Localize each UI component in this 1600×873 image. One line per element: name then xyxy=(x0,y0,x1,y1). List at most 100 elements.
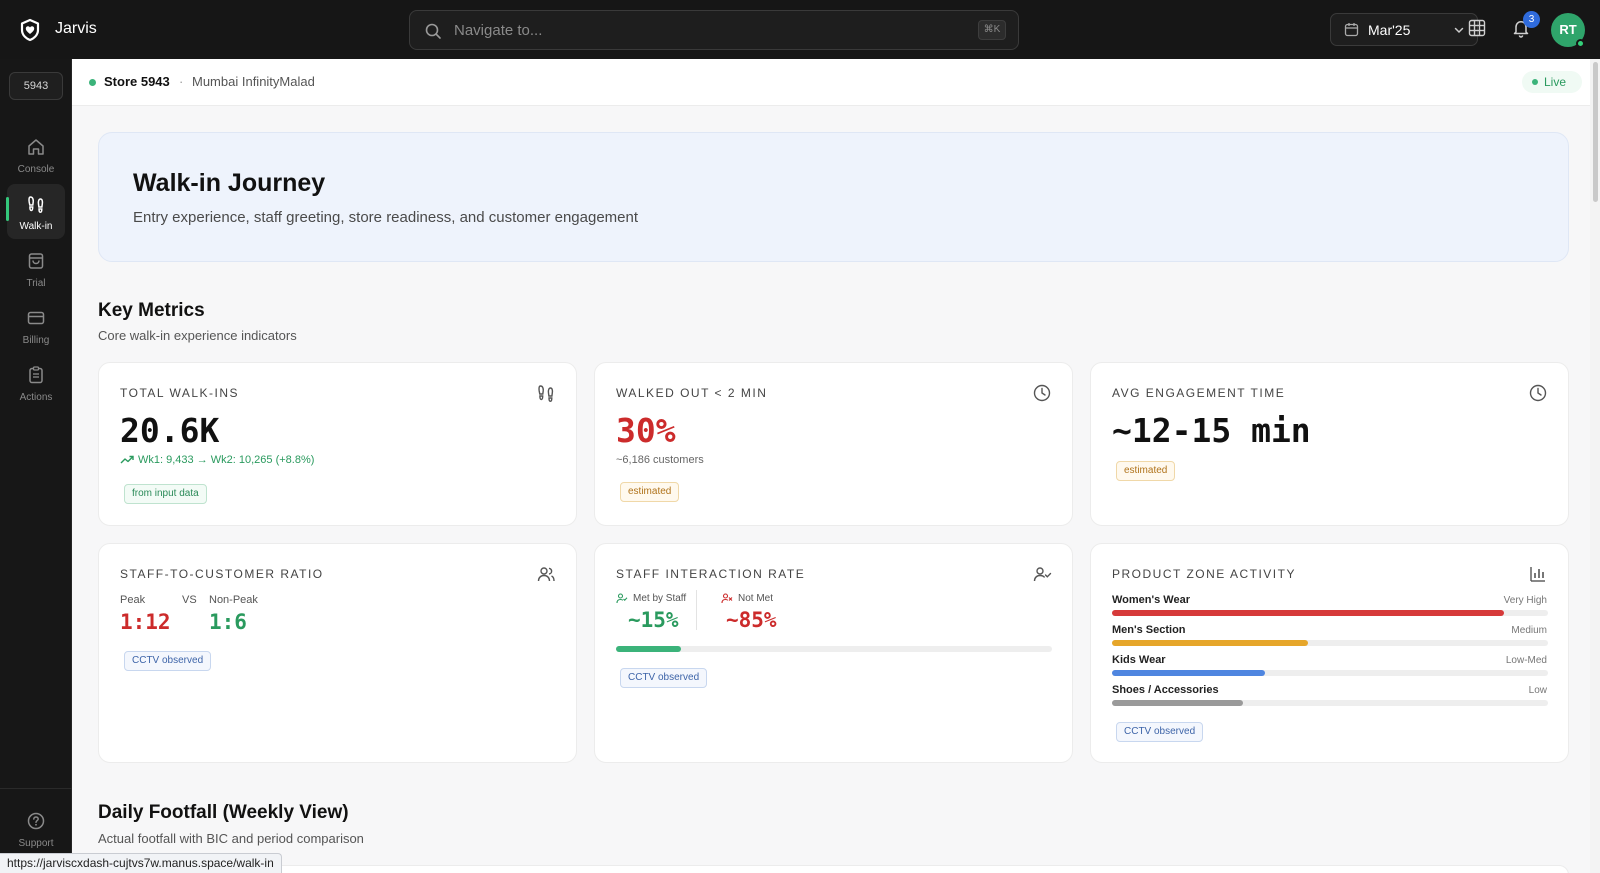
user-check-icon xyxy=(616,593,628,604)
source-tag: estimated xyxy=(1116,461,1176,481)
live-badge: Live xyxy=(1522,71,1582,93)
trend-line: Wk1: 9,433 → Wk2: 10,265 (+8.8%) xyxy=(120,454,314,466)
zone-bar-fill xyxy=(1112,700,1243,706)
metric-card-walked-out: WALKED OUT < 2 MIN 30% ~6,186 customers … xyxy=(594,362,1073,526)
separator: · xyxy=(179,74,184,89)
sidebar-item-support[interactable]: Support xyxy=(7,801,65,856)
sidebar-item-label: Support xyxy=(18,838,54,849)
zone-bar xyxy=(1112,700,1548,706)
notmet-label: Not Met xyxy=(738,593,774,604)
metric-value: 20.6K xyxy=(120,411,220,450)
selected-month: Mar'25 xyxy=(1368,22,1411,38)
zone-bar xyxy=(1112,610,1548,616)
zone-level: Low xyxy=(1528,685,1547,696)
section-title: Daily Footfall (Weekly View) xyxy=(98,802,349,823)
top-bar: Jarvis Navigate to... ⌘K Mar'25 3 RT xyxy=(0,0,1600,59)
scrollbar-thumb[interactable] xyxy=(1593,62,1598,202)
footfall-chart-card xyxy=(98,865,1569,873)
section-title: Key Metrics xyxy=(98,300,205,321)
metric-title: AVG ENGAGEMENT TIME xyxy=(1112,386,1286,400)
sidebar-divider xyxy=(0,788,72,789)
metric-detail: ~6,186 customers xyxy=(616,454,704,466)
sidebar-item-billing[interactable]: Billing xyxy=(7,298,65,353)
sidebar-item-label: Walk-in xyxy=(19,221,53,232)
zone-level: Medium xyxy=(1511,625,1547,636)
app-name: Jarvis xyxy=(55,20,97,37)
metric-card-interaction-rate: STAFF INTERACTION RATE Met by Staff Not … xyxy=(594,543,1073,763)
sidebar: 5943 Console Walk-in Trial Billing Actio… xyxy=(0,59,72,873)
sidebar-item-label: Billing xyxy=(22,335,50,346)
zone-name: Kids Wear xyxy=(1112,654,1166,666)
card-icon xyxy=(27,311,45,325)
zone-level: Very High xyxy=(1503,595,1547,606)
calendar-icon xyxy=(1344,23,1359,37)
trending-up-icon xyxy=(120,455,134,464)
clipboard-icon xyxy=(29,366,43,384)
active-nav-indicator xyxy=(6,197,9,221)
store-location: Mumbai InfinityMalad xyxy=(192,74,315,89)
month-picker[interactable]: Mar'25 xyxy=(1330,13,1478,46)
metric-value: ~12-15 min xyxy=(1112,411,1311,450)
nonpeak-ratio: 1:6 xyxy=(209,610,247,634)
source-tag: CCTV observed xyxy=(124,651,212,671)
sidebar-item-label: Console xyxy=(17,164,55,175)
section-subtitle: Actual footfall with BIC and period comp… xyxy=(98,831,364,846)
search-placeholder: Navigate to... xyxy=(454,22,543,39)
store-selector[interactable]: 5943 xyxy=(9,72,63,100)
source-tag: estimated xyxy=(620,482,680,502)
peak-ratio: 1:12 xyxy=(120,610,171,634)
sidebar-item-console[interactable]: Console xyxy=(7,127,65,182)
sidebar-item-walk-in[interactable]: Walk-in xyxy=(7,184,65,239)
trend-text: Wk1: 9,433 → Wk2: 10,265 (+8.8%) xyxy=(138,454,315,466)
live-label: Live xyxy=(1544,75,1567,89)
section-subtitle: Core walk-in experience indicators xyxy=(98,328,297,343)
live-dot xyxy=(1532,79,1538,85)
source-tag: CCTV observed xyxy=(1116,722,1204,742)
metric-card-staff-ratio: STAFF-TO-CUSTOMER RATIO Peak VS Non-Peak… xyxy=(98,543,577,763)
link-status-url: https://jarviscxdash-cujtvs7w.manus.spac… xyxy=(0,853,282,873)
peak-label: Peak xyxy=(120,594,146,606)
metric-card-total-walkins: TOTAL WALK-INS 20.6K Wk1: 9,433 → Wk2: 1… xyxy=(98,362,577,526)
zone-name: Women's Wear xyxy=(1112,594,1191,606)
zone-bar xyxy=(1112,640,1548,646)
sidebar-item-actions[interactable]: Actions xyxy=(7,355,65,410)
bar-chart-icon xyxy=(1530,567,1545,582)
metric-card-avg-engagement: AVG ENGAGEMENT TIME ~12-15 min estimated xyxy=(1090,362,1569,526)
metric-title: WALKED OUT < 2 MIN xyxy=(616,386,768,400)
clock-icon xyxy=(1033,384,1051,402)
zone-bar-fill xyxy=(1112,640,1309,646)
metric-title: STAFF-TO-CUSTOMER RATIO xyxy=(120,567,324,581)
zone-bar-fill xyxy=(1112,670,1265,676)
interaction-progress-fill xyxy=(616,646,682,652)
zone-bar xyxy=(1112,670,1548,676)
nonpeak-label: Non-Peak xyxy=(209,594,258,606)
app-logo-icon[interactable] xyxy=(17,17,43,43)
zone-name: Shoes / Accessories xyxy=(1112,684,1219,696)
zone-bar-fill xyxy=(1112,610,1505,616)
source-tag: from input data xyxy=(124,484,207,504)
met-label: Met by Staff xyxy=(633,593,687,604)
help-circle-icon xyxy=(27,812,45,830)
zone-level: Low-Med xyxy=(1505,655,1547,666)
clock-icon xyxy=(1529,384,1547,402)
metric-title: TOTAL WALK-INS xyxy=(120,386,240,400)
page-subtitle: Entry experience, staff greeting, store … xyxy=(133,209,639,226)
user-x-icon xyxy=(721,593,733,604)
zone-name: Men's Section xyxy=(1112,624,1186,636)
store-status-dot xyxy=(89,79,96,86)
sidebar-item-trial[interactable]: Trial xyxy=(7,241,65,296)
apps-grid-icon[interactable] xyxy=(1468,19,1486,37)
navigate-search[interactable]: Navigate to... ⌘K xyxy=(409,10,1019,50)
metric-title: PRODUCT ZONE ACTIVITY xyxy=(1112,567,1296,581)
store-header: Store 5943 · Mumbai InfinityMalad Live xyxy=(72,59,1600,106)
page-hero: Walk-in Journey Entry experience, staff … xyxy=(98,132,1569,262)
home-icon xyxy=(28,139,44,155)
chevron-down-icon xyxy=(1454,27,1464,34)
search-icon xyxy=(425,23,441,39)
metric-card-zone-activity: PRODUCT ZONE ACTIVITY Women's Wear Very … xyxy=(1090,543,1569,763)
metric-title: STAFF INTERACTION RATE xyxy=(616,567,806,581)
footprints-icon xyxy=(538,385,554,403)
user-check-icon xyxy=(1033,567,1052,582)
notmet-value: ~85% xyxy=(726,608,777,632)
bag-icon xyxy=(28,253,44,269)
